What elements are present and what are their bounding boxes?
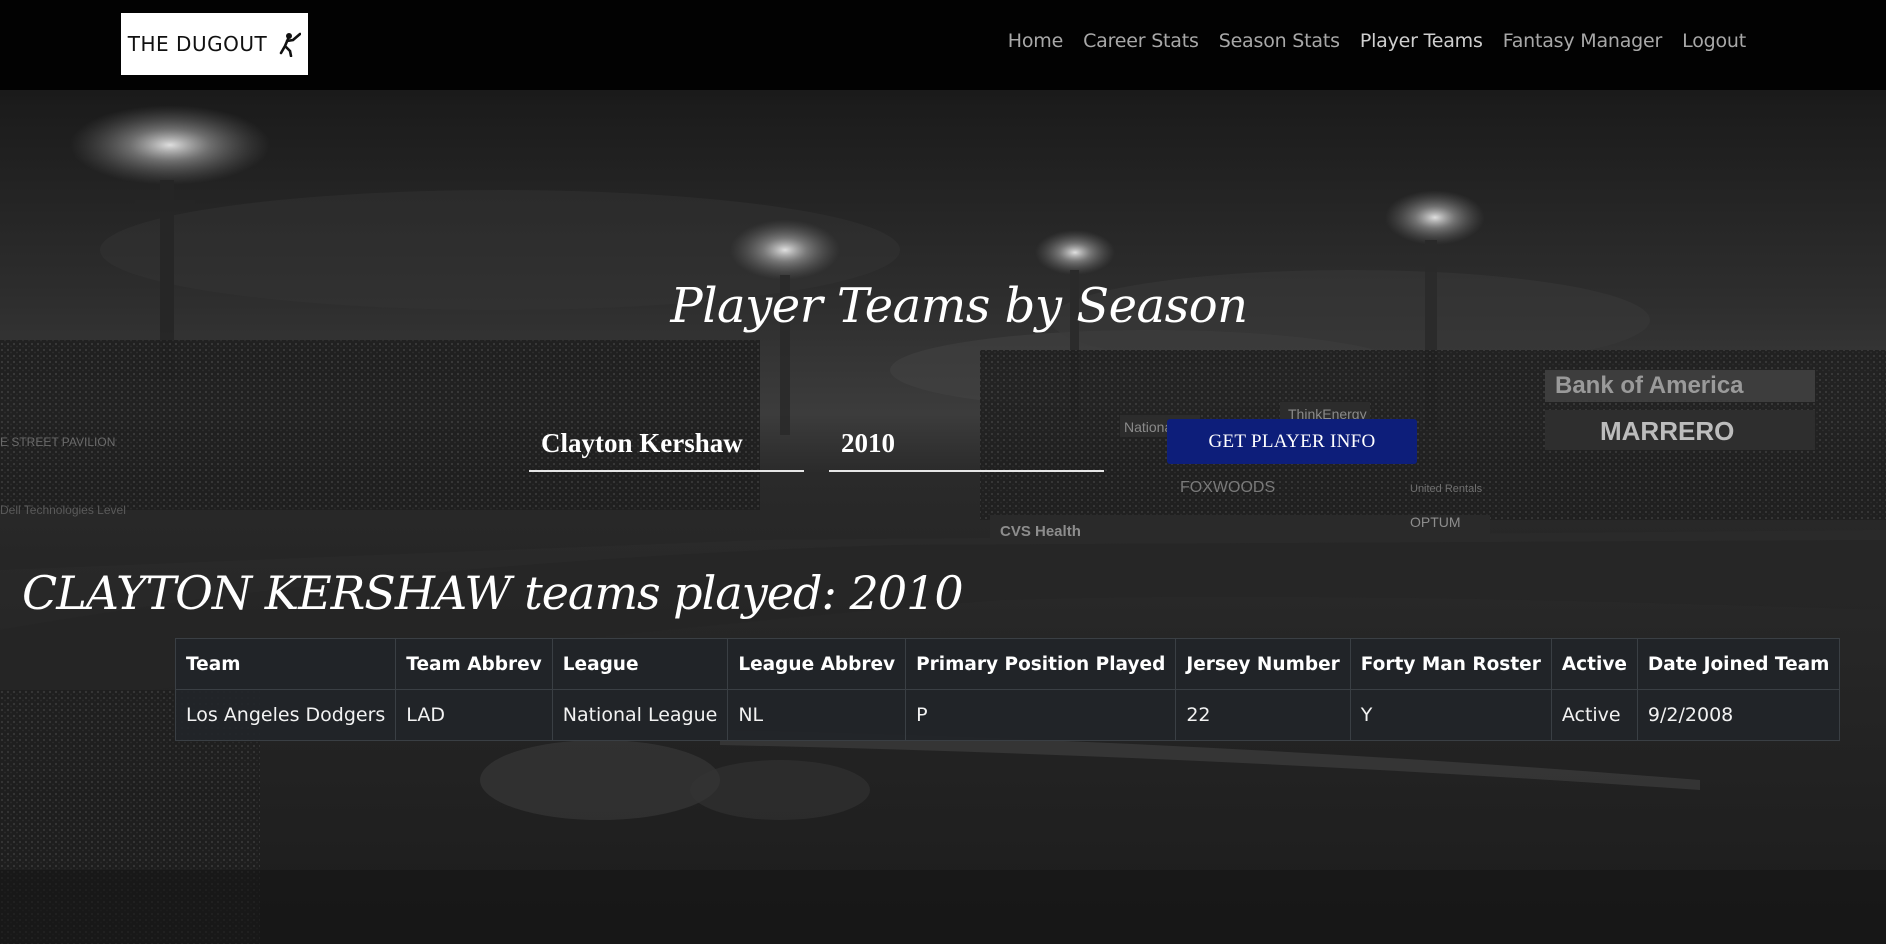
player-teams-table: Team Team Abbrev League League Abbrev Pr… bbox=[174, 638, 1841, 741]
svg-text:Dell Technologies Level: Dell Technologies Level bbox=[0, 503, 126, 517]
nav-menu: Home Career Stats Season Stats Player Te… bbox=[1008, 30, 1746, 52]
column-header-forty-man-roster: Forty Man Roster bbox=[1349, 638, 1552, 690]
cell-forty-man-roster: Y bbox=[1349, 689, 1552, 741]
column-header-league: League bbox=[551, 638, 729, 690]
svg-text:E STREET PAVILION: E STREET PAVILION bbox=[0, 435, 115, 449]
column-header-team: Team bbox=[174, 638, 397, 690]
get-player-info-button[interactable]: GET PLAYER INFO bbox=[1167, 419, 1417, 464]
nav-season-stats-link[interactable]: Season Stats bbox=[1219, 30, 1340, 52]
navbar: THE DUGOUT Home Career Stats Season Stat… bbox=[0, 0, 1886, 90]
table-row: Los Angeles Dodgers LAD National League … bbox=[174, 689, 1841, 741]
result-heading: CLAYTON KERSHAW teams played: 2010 bbox=[22, 566, 964, 620]
cell-date-joined: 9/2/2008 bbox=[1636, 689, 1841, 741]
column-header-primary-position: Primary Position Played bbox=[905, 638, 1177, 690]
nav-fantasy-manager-link[interactable]: Fantasy Manager bbox=[1503, 30, 1663, 52]
player-name-input[interactable] bbox=[529, 416, 804, 470]
player-name-field bbox=[529, 416, 804, 472]
nav-player-teams-link[interactable]: Player Teams bbox=[1360, 30, 1483, 52]
stadium-background-image: Bank of America MARRERO ThinkEnergy Nati… bbox=[0, 90, 1886, 944]
result-player-name: CLAYTON KERSHAW bbox=[22, 566, 512, 620]
season-input[interactable] bbox=[829, 416, 1104, 470]
cell-primary-position: P bbox=[905, 689, 1177, 741]
svg-text:Bank of America: Bank of America bbox=[1555, 372, 1744, 399]
column-header-date-joined: Date Joined Team bbox=[1636, 638, 1841, 690]
cell-league-abbrev: NL bbox=[727, 689, 907, 741]
brand-logo[interactable]: THE DUGOUT bbox=[121, 13, 308, 75]
page: Bank of America MARRERO ThinkEnergy Nati… bbox=[0, 0, 1886, 944]
svg-text:MARRERO: MARRERO bbox=[1600, 416, 1734, 446]
column-header-jersey-number: Jersey Number bbox=[1175, 638, 1351, 690]
batter-silhouette-icon bbox=[273, 31, 302, 57]
cell-league: National League bbox=[551, 689, 729, 741]
cell-active: Active bbox=[1550, 689, 1638, 741]
cell-team-abbrev: LAD bbox=[395, 689, 553, 741]
brand-name: THE DUGOUT bbox=[127, 32, 268, 56]
table-header-row: Team Team Abbrev League League Abbrev Pr… bbox=[174, 638, 1841, 690]
result-suffix: teams played: bbox=[524, 566, 837, 620]
svg-text:United Rentals: United Rentals bbox=[1410, 483, 1483, 495]
nav-logout-link[interactable]: Logout bbox=[1682, 30, 1746, 52]
nav-career-stats-link[interactable]: Career Stats bbox=[1083, 30, 1199, 52]
nav-home-link[interactable]: Home bbox=[1008, 30, 1064, 52]
page-title: Player Teams by Season bbox=[670, 278, 1248, 334]
season-field bbox=[829, 416, 1104, 472]
column-header-league-abbrev: League Abbrev bbox=[727, 638, 907, 690]
column-header-team-abbrev: Team Abbrev bbox=[395, 638, 553, 690]
cell-team: Los Angeles Dodgers bbox=[174, 689, 397, 741]
cell-jersey-number: 22 bbox=[1175, 689, 1351, 741]
svg-text:OPTUM: OPTUM bbox=[1410, 514, 1461, 530]
result-season: 2010 bbox=[849, 566, 964, 620]
column-header-active: Active bbox=[1550, 638, 1638, 690]
svg-text:FOXWOODS: FOXWOODS bbox=[1180, 479, 1275, 496]
